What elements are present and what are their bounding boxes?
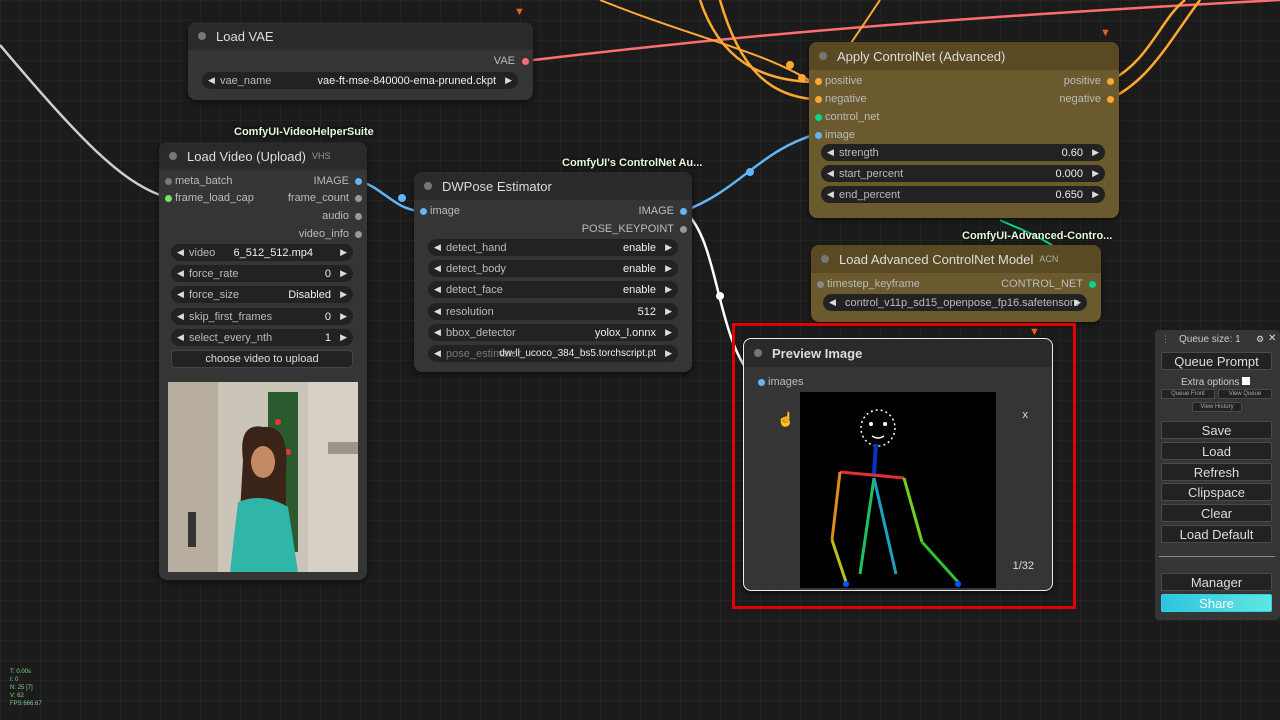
fox-icon: ▼ — [1100, 27, 1111, 39]
input-meta-batch[interactable]: meta_batch — [165, 175, 232, 187]
input-images[interactable]: images — [758, 376, 803, 388]
clear-button[interactable]: Clear — [1161, 504, 1272, 522]
output-image[interactable]: IMAGE — [314, 175, 362, 187]
node-badge: ComfyUI-VideoHelperSuite — [234, 126, 374, 138]
fox-icon: ▼ — [514, 6, 525, 18]
chevron-left-icon[interactable]: ◀ — [208, 75, 215, 86]
control-net-name-widget[interactable]: ◀ control_v11p_sd15_openpose_fp16.safeten… — [823, 294, 1087, 311]
queue-menu[interactable]: ⋮ Queue size: 1 ⚙ ✕ Queue Prompt Extra o… — [1155, 330, 1280, 620]
wire-image-1 — [357, 179, 421, 213]
save-button[interactable]: Save — [1161, 421, 1272, 439]
node-title[interactable]: Preview Image — [744, 339, 1052, 367]
node-badge: ComfyUI's ControlNet Au... — [562, 157, 703, 169]
output-negative[interactable]: negative — [1059, 93, 1114, 105]
queue-front-button[interactable]: Queue Front — [1161, 389, 1215, 399]
video-thumbnail — [168, 382, 358, 572]
detect-face-widget[interactable]: ◀ detect_face enable ▶ — [428, 281, 678, 298]
resolution-widget[interactable]: ◀ resolution 512 ▶ — [428, 303, 678, 320]
queue-prompt-button[interactable]: Queue Prompt — [1161, 352, 1272, 370]
wire-left-top — [0, 44, 161, 197]
clipspace-button[interactable]: Clipspace — [1161, 483, 1272, 501]
load-default-button[interactable]: Load Default — [1161, 525, 1272, 543]
input-frame-load-cap[interactable]: frame_load_cap — [165, 192, 254, 204]
view-queue-button[interactable]: View Queue — [1218, 389, 1272, 399]
node-title[interactable]: Apply ControlNet (Advanced) — [809, 42, 1119, 70]
queue-size-label: Queue size: 1 — [1179, 334, 1241, 345]
output-frame-count[interactable]: frame_count — [288, 192, 362, 204]
close-icon[interactable]: x — [1023, 409, 1029, 421]
render-stats: T: 0.00s I: 0 N: 25 [7] V: 62 FPS:666.67 — [10, 669, 42, 707]
output-positive[interactable]: positive — [1064, 75, 1114, 87]
menu-divider — [1159, 556, 1275, 557]
vae-name-widget[interactable]: ◀ vae_name vae-ft-mse-840000-ema-pruned.… — [202, 72, 518, 89]
gear-icon[interactable]: ⚙ — [1256, 334, 1264, 345]
output-audio[interactable]: audio — [322, 210, 362, 222]
node-title[interactable]: Load Advanced ControlNet Model ACN — [811, 245, 1101, 273]
pose-estimator-widget[interactable]: ◀ pose_estimator dw-ll_ucoco_384_bs5.torch… — [428, 345, 678, 362]
node-title[interactable]: Load Video (Upload) VHS — [159, 142, 367, 170]
input-image[interactable]: image — [420, 205, 460, 217]
video-widget[interactable]: ◀ video 6_512_512.mp4 ▶ — [171, 244, 353, 261]
refresh-button[interactable]: Refresh — [1161, 463, 1272, 481]
image-counter: 1/32 — [1012, 560, 1034, 572]
load-advanced-controlnet-node[interactable]: Load Advanced ControlNet Model ACN timest… — [811, 245, 1101, 322]
mouse-cursor-icon: ☝ — [777, 411, 795, 427]
load-button[interactable]: Load — [1161, 442, 1272, 460]
output-control-net[interactable]: CONTROL_NET — [1001, 278, 1096, 290]
start-percent-widget[interactable]: ◀ start_percent 0.000 ▶ — [821, 165, 1105, 182]
extra-options-checkbox[interactable] — [1242, 377, 1250, 385]
share-button[interactable]: Share — [1161, 594, 1272, 612]
detect-hand-widget[interactable]: ◀ detect_hand enable ▶ — [428, 239, 678, 256]
input-image[interactable]: image — [815, 129, 855, 141]
node-badge: ComfyUI-Advanced-Contro... — [962, 230, 1113, 242]
load-vae-node[interactable]: Load VAE VAE ◀ vae_name vae-ft-mse-84000… — [188, 22, 533, 100]
force-rate-widget[interactable]: ◀ force_rate 0 ▶ — [171, 265, 353, 282]
view-history-button[interactable]: View History — [1192, 402, 1242, 412]
strength-widget[interactable]: ◀ strength 0.60 ▶ — [821, 144, 1105, 161]
output-image[interactable]: IMAGE — [639, 205, 687, 217]
select-every-nth-widget[interactable]: ◀ select_every_nth 1 ▶ — [171, 329, 353, 346]
end-percent-widget[interactable]: ◀ end_percent 0.650 ▶ — [821, 186, 1105, 203]
dwpose-node[interactable]: DWPose Estimator image IMAGE POSE_KEYPOI… — [414, 172, 692, 372]
output-pose-keypoint[interactable]: POSE_KEYPOINT — [582, 223, 687, 235]
wire-cond-2 — [718, 0, 813, 101]
input-negative[interactable]: negative — [815, 93, 867, 105]
fox-icon: ▼ — [1029, 326, 1040, 338]
choose-video-button[interactable]: choose video to upload — [171, 350, 353, 368]
detect-body-widget[interactable]: ◀ detect_body enable ▶ — [428, 260, 678, 277]
load-video-node[interactable]: Load Video (Upload) VHS meta_batch frame_… — [159, 142, 367, 580]
drag-handle-icon[interactable]: ⋮ — [1161, 334, 1170, 345]
apply-controlnet-node[interactable]: Apply ControlNet (Advanced) positive neg… — [809, 42, 1119, 218]
bbox-detector-widget[interactable]: ◀ bbox_detector yolox_l.onnx ▶ — [428, 324, 678, 341]
input-timestep-keyframe[interactable]: timestep_keyframe — [817, 278, 920, 290]
output-vae[interactable]: VAE — [494, 55, 529, 67]
node-title[interactable]: DWPose Estimator — [414, 172, 692, 200]
wire-cond-out-2 — [1109, 0, 1202, 101]
skip-first-frames-widget[interactable]: ◀ skip_first_frames 0 ▶ — [171, 308, 353, 325]
force-size-widget[interactable]: ◀ force_size Disabled ▶ — [171, 286, 353, 303]
input-control-net[interactable]: control_net — [815, 111, 879, 123]
output-video-info[interactable]: video_info — [299, 228, 362, 240]
input-positive[interactable]: positive — [815, 75, 862, 87]
close-icon[interactable]: ✕ — [1268, 333, 1276, 344]
chevron-right-icon[interactable]: ▶ — [505, 75, 512, 86]
extra-options-label: Extra options — [1181, 377, 1240, 388]
pose-preview-image — [800, 392, 996, 588]
manager-button[interactable]: Manager — [1161, 573, 1272, 591]
preview-image-node[interactable]: Preview Image images x 1/32 — [743, 338, 1053, 591]
node-title[interactable]: Load VAE — [188, 22, 533, 50]
